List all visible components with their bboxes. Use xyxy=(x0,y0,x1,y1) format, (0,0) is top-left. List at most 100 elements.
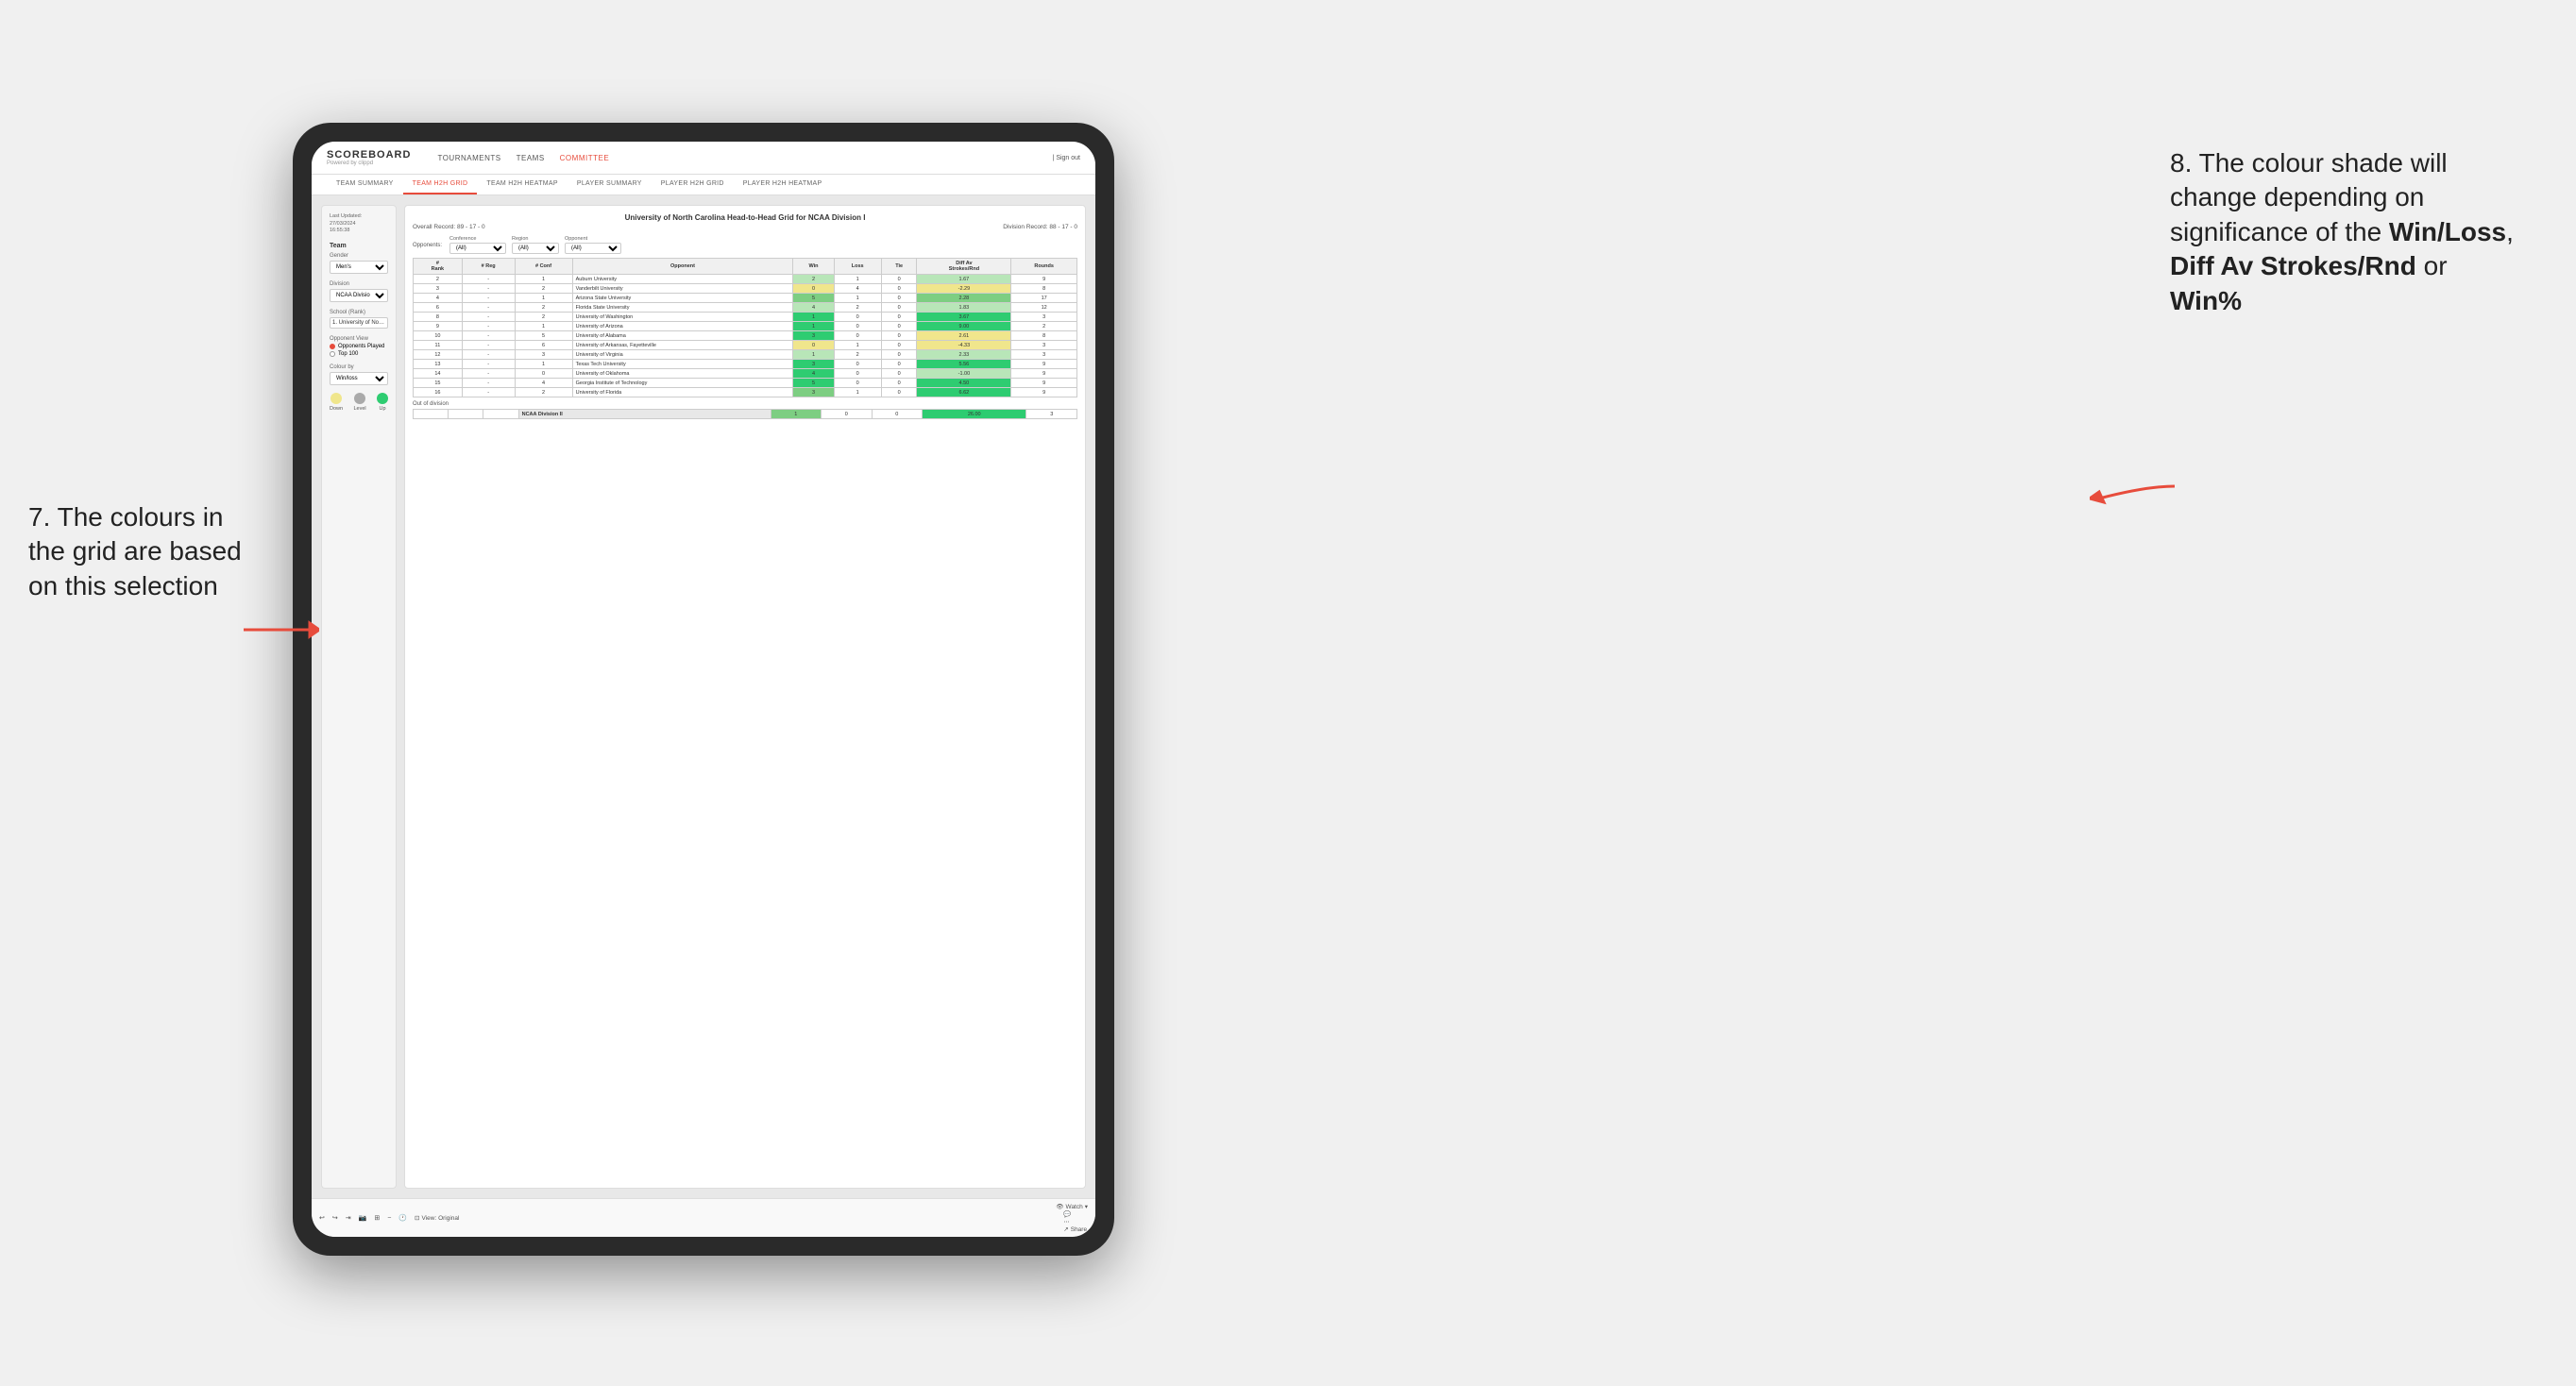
legend-up: Up xyxy=(377,393,388,412)
cell-tie: 0 xyxy=(881,388,917,397)
cell-conf: 1 xyxy=(515,294,572,303)
out-div-diff: 26.00 xyxy=(923,410,1026,419)
cell-rank: 2 xyxy=(414,275,463,284)
camera-icon[interactable]: 📷 xyxy=(359,1214,367,1222)
cell-diff: 2.33 xyxy=(917,350,1011,360)
cell-rounds: 3 xyxy=(1011,313,1077,322)
up-colour-dot xyxy=(377,393,388,404)
table-row: 3 - 2 Vanderbilt University 0 4 0 -2.29 … xyxy=(414,284,1077,294)
main-content: Last Updated: 27/03/2024 16:55:38 Team G… xyxy=(312,195,1095,1198)
table-row: 13 - 1 Texas Tech University 3 0 0 5.56 … xyxy=(414,360,1077,369)
cell-reg: - xyxy=(462,350,515,360)
opponent-filter-label: Opponent xyxy=(565,236,621,242)
down-colour-dot xyxy=(330,393,342,404)
cell-diff: -2.29 xyxy=(917,284,1011,294)
view-original-btn[interactable]: ⊡ View: Original xyxy=(415,1214,459,1222)
cell-reg: - xyxy=(462,294,515,303)
legend-level: Level xyxy=(353,393,365,412)
cell-conf: 2 xyxy=(515,284,572,294)
table-row: 10 - 5 University of Alabama 3 0 0 2.61 … xyxy=(414,331,1077,341)
forward-icon[interactable]: ⇥ xyxy=(346,1214,351,1222)
cell-rounds: 2 xyxy=(1011,322,1077,331)
cell-tie: 0 xyxy=(881,322,917,331)
region-filter-label: Region xyxy=(512,236,559,242)
cell-win: 2 xyxy=(793,275,834,284)
cell-diff: 6.62 xyxy=(917,388,1011,397)
cell-opponent: University of Arkansas, Fayetteville xyxy=(572,341,793,350)
cell-win: 1 xyxy=(793,350,834,360)
comment-btn[interactable]: 💬 xyxy=(1063,1210,1088,1218)
cell-rank: 4 xyxy=(414,294,463,303)
nav-tournaments[interactable]: TOURNAMENTS xyxy=(437,154,500,162)
nav-committee[interactable]: COMMITTEE xyxy=(560,154,610,162)
cell-conf: 2 xyxy=(515,388,572,397)
view-icon: ⊡ xyxy=(415,1214,419,1222)
subnav-team-summary[interactable]: TEAM SUMMARY xyxy=(327,175,403,194)
undo-icon[interactable]: ↩ xyxy=(319,1214,325,1222)
share-options-btn[interactable]: ⋯ xyxy=(1063,1218,1088,1225)
cell-opponent: Vanderbilt University xyxy=(572,284,793,294)
table-body: 2 - 1 Auburn University 2 1 0 1.67 9 3 -… xyxy=(414,275,1077,397)
subnav-player-h2h-grid[interactable]: PLAYER H2H GRID xyxy=(652,175,734,194)
up-label: Up xyxy=(379,406,385,412)
cell-tie: 0 xyxy=(881,331,917,341)
cell-conf: 4 xyxy=(515,379,572,388)
filter-region: Region (All) xyxy=(512,236,559,254)
gender-field: Gender Men's xyxy=(330,253,388,274)
cell-rounds: 8 xyxy=(1011,331,1077,341)
cell-opponent: Georgia Institute of Technology xyxy=(572,379,793,388)
grid-icon[interactable]: ⊞ xyxy=(374,1214,380,1222)
subnav-team-h2h-grid[interactable]: TEAM H2H GRID xyxy=(403,175,478,194)
region-select[interactable]: (All) xyxy=(512,243,559,254)
tablet-frame: SCOREBOARD Powered by clippd TOURNAMENTS… xyxy=(293,123,1114,1256)
out-div-rank xyxy=(414,410,449,419)
cell-tie: 0 xyxy=(881,360,917,369)
division-select[interactable]: NCAA Division I xyxy=(330,289,388,302)
minus-icon[interactable]: − xyxy=(387,1215,391,1222)
cell-diff: 2.61 xyxy=(917,331,1011,341)
subnav-player-summary[interactable]: PLAYER SUMMARY xyxy=(568,175,652,194)
colour-legend: Down Level Up xyxy=(330,393,388,412)
cell-loss: 0 xyxy=(834,379,881,388)
cell-loss: 2 xyxy=(834,350,881,360)
opponent-view-radio-group: Opponents Played Top 100 xyxy=(330,344,388,357)
cell-opponent: Auburn University xyxy=(572,275,793,284)
share-btn[interactable]: ↗ Share xyxy=(1063,1225,1088,1233)
out-of-division: Out of division NCAA Division II 1 0 xyxy=(413,401,1077,419)
cell-reg: - xyxy=(462,322,515,331)
cell-loss: 4 xyxy=(834,284,881,294)
th-loss: Loss xyxy=(834,259,881,275)
radio-opponents-played[interactable]: Opponents Played xyxy=(330,344,388,349)
table-row: 6 - 2 Florida State University 4 2 0 1.8… xyxy=(414,303,1077,313)
cell-reg: - xyxy=(462,331,515,341)
cell-rank: 8 xyxy=(414,313,463,322)
level-colour-dot xyxy=(354,393,365,404)
out-div-row: NCAA Division II 1 0 0 26.00 3 xyxy=(414,410,1077,419)
table-row: 14 - 0 University of Oklahoma 4 0 0 -1.0… xyxy=(414,369,1077,379)
opponent-select[interactable]: (All) xyxy=(565,243,621,254)
subnav-team-h2h-heatmap[interactable]: TEAM H2H HEATMAP xyxy=(477,175,567,194)
watch-btn[interactable]: 👁 Watch ▾ xyxy=(1056,1203,1088,1210)
redo-icon[interactable]: ↪ xyxy=(332,1214,338,1222)
app-header: SCOREBOARD Powered by clippd TOURNAMENTS… xyxy=(312,142,1095,175)
grid-scroll: #Rank # Reg # Conf Opponent Win Loss Tie… xyxy=(413,258,1077,1180)
conference-select[interactable]: (All) xyxy=(449,243,506,254)
cell-tie: 0 xyxy=(881,294,917,303)
cell-loss: 1 xyxy=(834,294,881,303)
out-div-loss: 0 xyxy=(822,410,873,419)
cell-win: 0 xyxy=(793,284,834,294)
colour-by-select[interactable]: Win/loss xyxy=(330,372,388,385)
cell-rounds: 3 xyxy=(1011,341,1077,350)
clock-icon[interactable]: 🕐 xyxy=(398,1214,407,1222)
logo: SCOREBOARD Powered by clippd xyxy=(327,149,411,166)
sign-out-link[interactable]: | Sign out xyxy=(1053,155,1080,161)
th-win: Win xyxy=(793,259,834,275)
subnav-player-h2h-heatmap[interactable]: PLAYER H2H HEATMAP xyxy=(734,175,832,194)
nav-teams[interactable]: TEAMS xyxy=(517,154,545,162)
radio-top-100[interactable]: Top 100 xyxy=(330,351,388,357)
table-row: 8 - 2 University of Washington 1 0 0 3.6… xyxy=(414,313,1077,322)
gender-select[interactable]: Men's xyxy=(330,261,388,274)
division-label: Division xyxy=(330,281,388,287)
cell-conf: 1 xyxy=(515,322,572,331)
cell-opponent: University of Florida xyxy=(572,388,793,397)
